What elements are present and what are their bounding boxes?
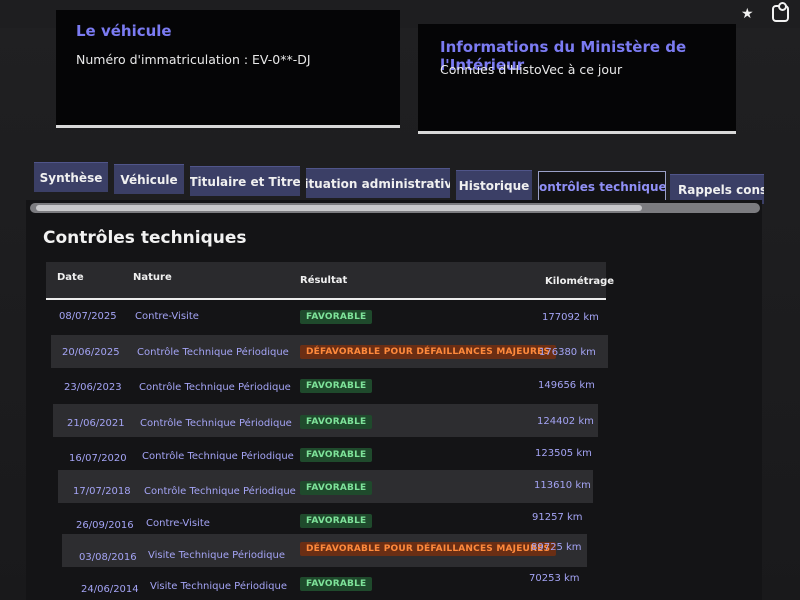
table-row: 23/06/2023 Contrôle Technique Périodique… bbox=[51, 370, 606, 403]
header-nature: Nature bbox=[133, 272, 172, 283]
tab-vehicule[interactable]: Véhicule bbox=[114, 164, 184, 194]
tab-synthese[interactable]: Synthèse bbox=[34, 162, 108, 192]
table-row: 26/09/2016 Contre-Visite FAVORABLE 91257… bbox=[60, 504, 590, 537]
table-row: 08/07/2025 Contre-Visite FAVORABLE 17709… bbox=[46, 300, 608, 333]
row-date: 08/07/2025 bbox=[59, 311, 117, 322]
status-badge: FAVORABLE bbox=[300, 577, 373, 591]
status-badge: FAVORABLE bbox=[300, 481, 373, 495]
vehicle-card-title: Le véhicule bbox=[76, 22, 172, 40]
table-row: 16/07/2020 Contrôle Technique Périodique… bbox=[54, 438, 594, 471]
row-date: 17/07/2018 bbox=[73, 486, 131, 497]
tab-bar: Synthèse Véhicule Titulaire et Titre Sit… bbox=[34, 160, 774, 204]
status-badge: FAVORABLE bbox=[300, 514, 373, 528]
row-date: 03/08/2016 bbox=[79, 552, 137, 563]
puzzle-icon[interactable] bbox=[772, 2, 789, 22]
status-badge: FAVORABLE bbox=[300, 310, 373, 324]
row-nature[interactable]: Contre-Visite bbox=[135, 311, 199, 322]
row-km: 177092 km bbox=[542, 312, 599, 323]
tab-situation-administrative[interactable]: Situation administrative bbox=[306, 168, 450, 198]
table-row: 21/06/2021 Contrôle Technique Périodique… bbox=[53, 404, 598, 437]
row-date: 20/06/2025 bbox=[62, 347, 120, 358]
status-badge: FAVORABLE bbox=[300, 448, 373, 462]
row-date: 24/06/2014 bbox=[81, 584, 139, 595]
star-icon[interactable]: ★ bbox=[741, 6, 754, 22]
plate-number: Numéro d'immatriculation : EV-0**-DJ bbox=[76, 52, 311, 67]
row-km: 113610 km bbox=[534, 480, 591, 491]
row-date: 26/09/2016 bbox=[76, 520, 134, 531]
status-badge: DÉFAVORABLE POUR DÉFAILLANCES MAJEURES bbox=[300, 542, 557, 556]
row-km: 176380 km bbox=[539, 347, 596, 358]
status-badge: FAVORABLE bbox=[300, 415, 373, 429]
row-nature[interactable]: Contrôle Technique Périodique bbox=[144, 486, 296, 497]
row-km: 149656 km bbox=[538, 380, 595, 391]
table-row: 20/06/2025 Contrôle Technique Périodique… bbox=[51, 335, 608, 368]
row-nature[interactable]: Visite Technique Périodique bbox=[148, 550, 285, 561]
scrollbar-thumb[interactable] bbox=[36, 205, 642, 211]
tab-historique[interactable]: Historique bbox=[456, 170, 532, 200]
ministry-card: Informations du Ministère de l'Intérieur… bbox=[418, 24, 736, 134]
row-km: 89725 km bbox=[531, 542, 582, 553]
row-nature[interactable]: Contre-Visite bbox=[146, 518, 210, 529]
row-nature[interactable]: Contrôle Technique Périodique bbox=[140, 418, 292, 429]
row-date: 21/06/2021 bbox=[67, 418, 125, 429]
table-row: 17/07/2018 Contrôle Technique Périodique… bbox=[58, 470, 593, 503]
row-date: 16/07/2020 bbox=[69, 453, 127, 464]
row-km: 91257 km bbox=[532, 512, 583, 523]
row-km: 124402 km bbox=[537, 416, 594, 427]
screen: ★ Le véhicule Numéro d'immatriculation :… bbox=[0, 0, 800, 600]
status-badge: DÉFAVORABLE POUR DÉFAILLANCES MAJEURES bbox=[300, 345, 557, 359]
row-km: 70253 km bbox=[529, 573, 580, 584]
vehicle-card: Le véhicule Numéro d'immatriculation : E… bbox=[56, 10, 400, 128]
row-date: 23/06/2023 bbox=[64, 382, 122, 393]
header-km: Kilométrage bbox=[545, 276, 615, 287]
table-row: 24/06/2014 Visite Technique Périodique F… bbox=[64, 568, 584, 600]
header-date: Date bbox=[57, 272, 84, 283]
table-header: Date Nature Résultat Kilométrage bbox=[46, 262, 614, 300]
row-nature[interactable]: Contrôle Technique Périodique bbox=[137, 347, 289, 358]
row-nature[interactable]: Contrôle Technique Périodique bbox=[139, 382, 291, 393]
table-row: 03/08/2016 Visite Technique Périodique D… bbox=[62, 534, 587, 567]
ministry-card-subtitle: Connues d'HistoVec à ce jour bbox=[440, 62, 623, 77]
row-km: 123505 km bbox=[535, 448, 592, 459]
section-title: Contrôles techniques bbox=[43, 228, 247, 248]
header-result: Résultat bbox=[300, 275, 348, 286]
status-badge: FAVORABLE bbox=[300, 379, 373, 393]
row-nature[interactable]: Contrôle Technique Périodique bbox=[142, 451, 294, 462]
tab-titulaire[interactable]: Titulaire et Titre bbox=[190, 166, 300, 196]
row-nature[interactable]: Visite Technique Périodique bbox=[150, 581, 287, 592]
tab-controles-techniques[interactable]: Contrôles techniques bbox=[538, 171, 666, 201]
